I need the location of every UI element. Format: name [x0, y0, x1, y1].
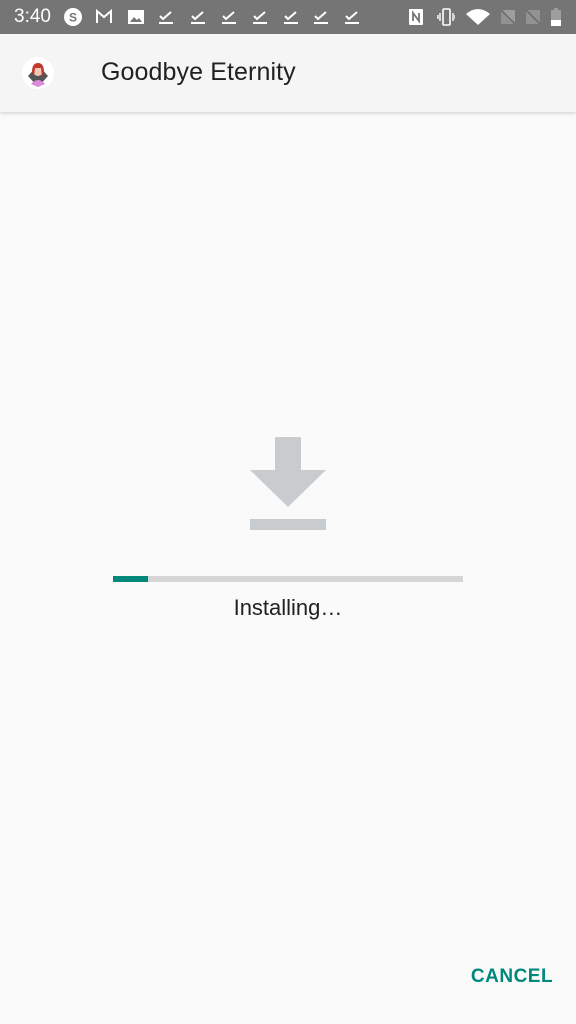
- download-done-icon: [159, 11, 173, 24]
- no-signal-icon: [500, 9, 516, 25]
- install-progress-bar: [113, 576, 463, 582]
- app-icon: [22, 57, 54, 89]
- cancel-button[interactable]: CANCEL: [466, 966, 558, 996]
- download-icon: [250, 437, 326, 530]
- download-done-icon: [191, 11, 205, 24]
- download-done-icon: [253, 11, 267, 24]
- app-title: Goodbye Eternity: [101, 58, 296, 86]
- download-done-icon: [345, 11, 359, 24]
- progress-fill: [113, 576, 148, 582]
- battery-icon: [551, 8, 561, 26]
- download-done-icon: [314, 11, 328, 24]
- status-bar: 3:40 S: [0, 0, 576, 34]
- image-icon: [128, 10, 144, 24]
- skype-icon: S: [64, 8, 82, 26]
- vibrate-icon: [437, 8, 455, 26]
- wifi-icon: [466, 9, 490, 25]
- svg-text:S: S: [69, 11, 77, 25]
- download-done-icon: [222, 11, 236, 24]
- download-done-icon: [284, 11, 298, 24]
- gmail-icon: [96, 8, 112, 23]
- nfc-icon: [409, 9, 423, 25]
- status-time: 3:40: [14, 6, 51, 27]
- install-status-text: Installing…: [233, 595, 343, 620]
- no-signal-icon: [525, 9, 541, 25]
